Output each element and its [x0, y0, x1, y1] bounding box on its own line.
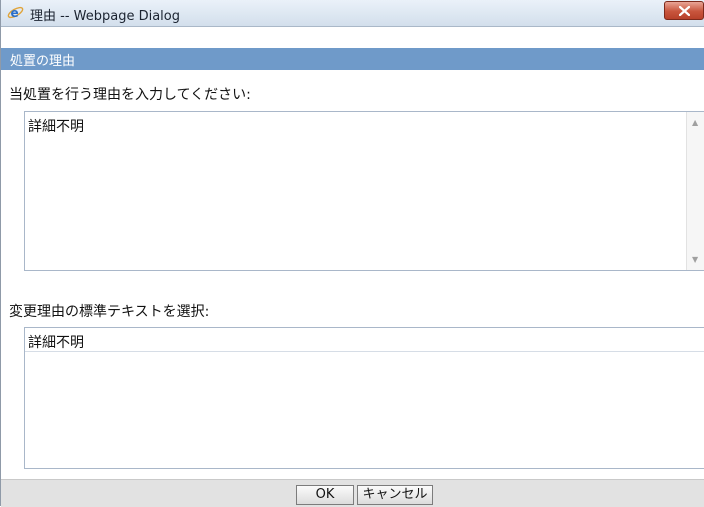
standard-text-prompt: 変更理由の標準テキストを選択:	[9, 304, 210, 320]
title-bar: e 理由 -- Webpage Dialog	[1, 0, 704, 27]
section-title: 処置の理由	[10, 54, 76, 69]
list-item[interactable]: 詳細不明	[25, 328, 704, 352]
ie-icon: e	[7, 6, 24, 20]
cancel-button[interactable]: キャンセル	[357, 485, 433, 505]
scroll-down-icon[interactable]: ▼	[692, 255, 698, 264]
reason-text: 詳細不明	[28, 119, 84, 135]
close-icon	[679, 6, 690, 16]
reason-textarea[interactable]: 詳細不明 ▲ ▼	[24, 111, 704, 271]
svg-text:e: e	[11, 6, 19, 20]
button-bar: OK キャンセル	[1, 479, 704, 507]
dialog-window: e 理由 -- Webpage Dialog 処置の理由 当処置を行う理由を入力…	[0, 0, 704, 507]
window-title: 理由 -- Webpage Dialog	[30, 9, 180, 24]
textarea-scrollbar[interactable]: ▲ ▼	[686, 112, 704, 270]
ok-button[interactable]: OK	[296, 485, 354, 505]
reason-prompt: 当処置を行う理由を入力してください:	[9, 87, 251, 103]
close-button[interactable]	[664, 1, 704, 20]
standard-text-list[interactable]: 詳細不明	[24, 327, 704, 469]
scroll-up-icon[interactable]: ▲	[692, 118, 698, 127]
section-header: 処置の理由	[1, 48, 704, 70]
